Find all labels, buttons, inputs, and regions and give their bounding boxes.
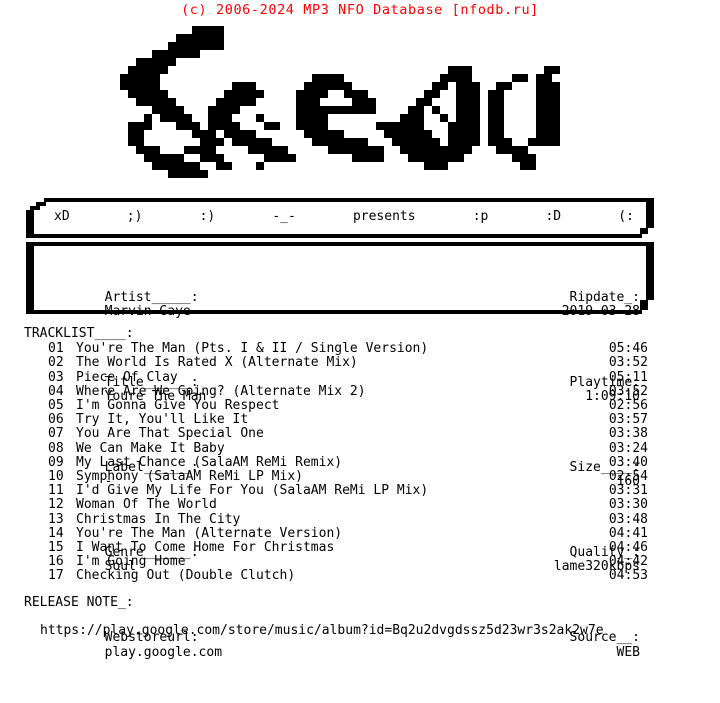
presents-label: presents [352, 209, 416, 224]
field-genre: Genre______: Soul [42, 532, 222, 589]
emoticon-neutral: -_- [272, 209, 296, 224]
release-info-box: Artist_____: Marvin Gaye Title______: Yo… [20, 242, 654, 659]
field-title-label: Title______: [104, 374, 199, 390]
field-quality-value: lame320kbps [553, 559, 640, 575]
field-source: Source__: WEB [491, 617, 640, 674]
field-size-value: 160 [616, 474, 640, 490]
emoticon-wink: ;) [126, 209, 143, 224]
field-artist-value: Marvin Gaye [104, 303, 191, 319]
field-playtime-value: 1:09:10 [585, 389, 640, 405]
field-size-label: Size____: [569, 460, 640, 476]
site-copyright-header: (c) 2006-2024 MP3 NFO Database [nfodb.ru… [181, 2, 539, 18]
emoticon-smile: :) [199, 209, 216, 224]
field-title-value: Youre The Man [104, 389, 207, 405]
emoticon-xd: xD [54, 209, 70, 224]
field-title: Title______: Youre The Man [42, 362, 222, 419]
sceau-logo-art [120, 26, 560, 178]
field-ripdate-value: 2019-03-28 [561, 303, 640, 319]
release-info-left-column: Artist_____: Marvin Gaye Title______: Yo… [42, 248, 222, 703]
presents-emoticon-row: xD ;) :) -_- presents :p :D (: [54, 209, 634, 225]
field-size: Size____: 160 [491, 447, 640, 504]
group-logo [0, 18, 720, 190]
field-source-value: WEB [616, 644, 640, 660]
field-label-label: Label______: [104, 460, 199, 476]
field-quality: Quality_: lame320kbps [491, 532, 640, 589]
field-webstoreurl-label: Webstoreurl: [104, 630, 199, 646]
field-label: Label______: - [42, 447, 222, 504]
field-artist: Artist_____: Marvin Gaye [42, 276, 222, 333]
field-artist-label: Artist_____: [104, 289, 199, 305]
field-genre-label: Genre______: [104, 545, 199, 561]
field-quality-label: Quality_: [569, 545, 640, 561]
field-ripdate-label: Ripdate_: [569, 289, 640, 305]
field-label-value: - [104, 474, 113, 490]
emoticon-left-smile: (: [618, 209, 634, 224]
emoticon-tongue: :p [472, 209, 489, 224]
field-playtime: Playtime: 1:09:10 [491, 362, 640, 419]
release-info-columns: Artist_____: Marvin Gaye Title______: Yo… [42, 248, 640, 703]
field-genre-value: Soul [104, 559, 136, 575]
presents-bar: xD ;) :) -_- presents :p :D (: [20, 198, 654, 238]
field-webstoreurl-value: play.google.com [104, 644, 223, 660]
field-webstoreurl: Webstoreurl: play.google.com [42, 617, 222, 674]
release-info-right-column: Ripdate_: 2019-03-28 Playtime: 1:09:10 S… [491, 248, 640, 703]
field-ripdate: Ripdate_: 2019-03-28 [491, 276, 640, 333]
field-source-label: Source__: [569, 630, 640, 646]
field-playtime-label: Playtime: [569, 374, 640, 390]
emoticon-grin: :D [545, 209, 562, 224]
